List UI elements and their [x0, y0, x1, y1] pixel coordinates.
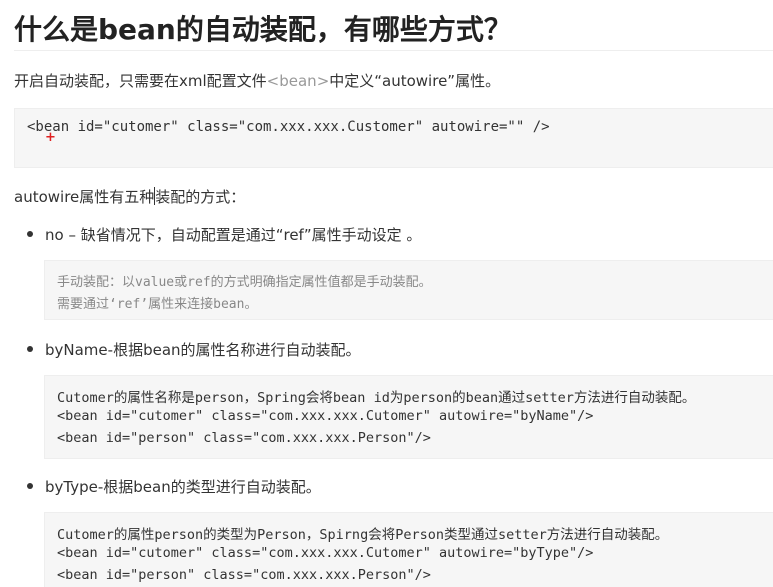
- code-line: <bean id="person" class="com.xxx.xxx.Per…: [57, 567, 431, 583]
- code-line: 需要通过‘ref’属性来连接bean。: [57, 297, 258, 312]
- list-item-byname: byName-根据bean的属性名称进行自动装配。: [27, 339, 361, 360]
- code-line: Cutomer的属性名称是person，Spring会将bean id为pers…: [57, 390, 696, 406]
- list-item-no: no – 缺省情况下，自动配置是通过“ref”属性手动设定 。: [27, 224, 421, 245]
- crosshair-cursor-icon: +: [45, 130, 56, 145]
- bytype-code-block[interactable]: Cutomer的属性person的类型为Person，Spirng会将Perso…: [44, 512, 773, 587]
- autowire-modes-paragraph: autowire属性有五种装配的方式：: [14, 186, 245, 207]
- code-line: 手动装配：以value或ref的方式明确指定属性值都是手动装配。: [57, 275, 432, 290]
- autowire-code-line: <bean id="cutomer" class="com.xxx.xxx.Cu…: [27, 119, 550, 135]
- list-item-label: byName-根据bean的属性名称进行自动装配。: [45, 341, 361, 359]
- bullet-dot: [27, 231, 33, 237]
- intro-text-after: 中定义“autowire”属性。: [329, 72, 501, 90]
- code-line: <bean id="cutomer" class="com.xxx.xxx.Cu…: [57, 545, 594, 561]
- code-line: Cutomer的属性person的类型为Person，Spirng会将Perso…: [57, 527, 669, 543]
- intro-text-before: 开启自动装配，只需要在xml配置文件: [14, 72, 267, 90]
- title-divider: [14, 50, 773, 51]
- code-line: <bean id="cutomer" class="com.xxx.xxx.Cu…: [57, 408, 594, 424]
- modes-text-after: 装配的方式：: [155, 188, 246, 206]
- autowire-code-block[interactable]: <bean id="cutomer" class="com.xxx.xxx.Cu…: [14, 108, 773, 168]
- modes-text-before: autowire属性有五种: [14, 188, 155, 206]
- bullet-dot: [27, 346, 33, 352]
- list-item-label: byType-根据bean的类型进行自动装配。: [45, 478, 321, 496]
- page-title: 什么是bean的自动装配，有哪些方式？: [14, 13, 512, 46]
- article: 什么是bean的自动装配，有哪些方式？ 开启自动装配，只需要在xml配置文件<b…: [0, 0, 773, 587]
- byname-code-block[interactable]: Cutomer的属性名称是person，Spring会将bean id为pers…: [44, 375, 773, 459]
- code-line: <bean id="person" class="com.xxx.xxx.Per…: [57, 430, 431, 446]
- intro-paragraph: 开启自动装配，只需要在xml配置文件<bean>中定义“autowire”属性。: [14, 70, 500, 91]
- intro-inline-tag: <bean>: [266, 72, 330, 90]
- list-item-label: no – 缺省情况下，自动配置是通过“ref”属性手动设定 。: [45, 226, 422, 244]
- no-mode-code-block[interactable]: 手动装配：以value或ref的方式明确指定属性值都是手动装配。 需要通过‘re…: [44, 260, 773, 320]
- list-item-bytype: byType-根据bean的类型进行自动装配。: [27, 476, 321, 497]
- bullet-dot: [27, 483, 33, 489]
